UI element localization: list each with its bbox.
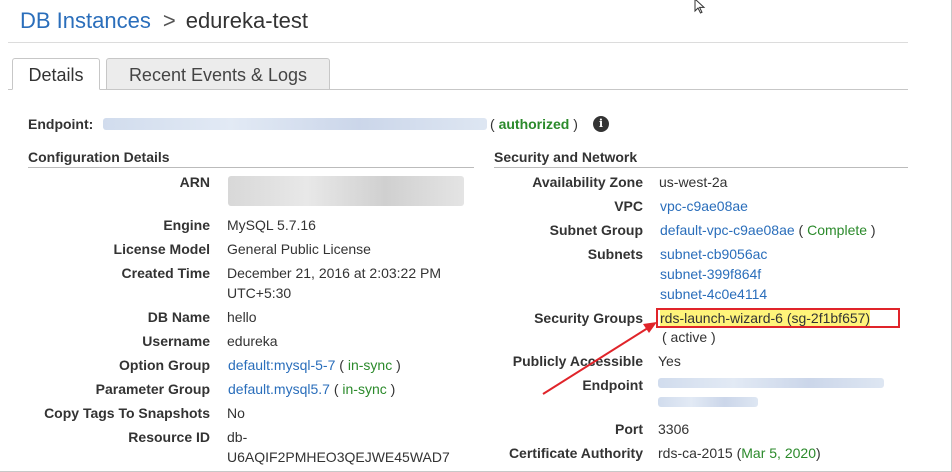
option-group-value: default:mysql-5-7 ( in-sync ) (228, 357, 401, 373)
username-value: edureka (227, 333, 278, 349)
option-group-link[interactable]: default:mysql-5-7 (228, 357, 335, 373)
created-time-value-line1: December 21, 2016 at 2:03:22 PM (227, 265, 442, 281)
option-group-status: in-sync (347, 357, 393, 373)
instance-endpoint-label: Endpoint (582, 377, 643, 393)
publicly-accessible-label: Publicly Accessible (512, 353, 643, 369)
license-model-label: License Model (113, 241, 210, 257)
instance-endpoint-redacted-line2 (658, 397, 758, 407)
vpc-link[interactable]: vpc-c9ae08ae (660, 196, 748, 216)
availability-zone-label: Availability Zone (532, 174, 643, 190)
security-group-link[interactable]: rds-launch-wizard-6 (sg-2f1bf657) (660, 310, 871, 326)
availability-zone-value: us-west-2a (659, 174, 728, 190)
db-name-value: hello (227, 309, 257, 325)
arn-redacted-value (228, 176, 464, 206)
endpoint-status-authorized: authorized (498, 116, 570, 132)
subnet-group-link[interactable]: default-vpc-c9ae08ae (660, 222, 795, 238)
parameter-group-label: Parameter Group (95, 381, 210, 397)
publicly-accessible-value: Yes (658, 353, 681, 369)
mouse-cursor-icon (694, 0, 706, 17)
created-time-value-line2: UTC+5:30 (227, 285, 292, 301)
security-groups-label: Security Groups (534, 310, 643, 326)
arn-label: ARN (179, 174, 210, 190)
db-name-label: DB Name (147, 309, 210, 325)
tab-details[interactable]: Details (12, 58, 100, 90)
subnet-link-1[interactable]: subnet-cb9056ac (660, 244, 767, 264)
tab-recent-events-logs[interactable]: Recent Events & Logs (106, 58, 330, 90)
certificate-authority-name: rds-ca-2015 (658, 445, 733, 461)
breadcrumb-separator: > (162, 8, 176, 33)
security-divider (494, 167, 908, 168)
endpoint-redacted-value (103, 118, 487, 130)
subnet-group-value: default-vpc-c9ae08ae ( Complete ) (660, 222, 876, 238)
endpoint-status-close: ) (573, 116, 578, 132)
endpoint-status-open: ( (490, 116, 495, 132)
endpoint-status: ( authorized ) (490, 116, 578, 132)
breadcrumb-db-instances-link[interactable]: DB Instances (20, 8, 151, 33)
vpc-label: VPC (614, 198, 643, 214)
instance-endpoint-redacted-line1 (658, 378, 884, 388)
certificate-authority-value: rds-ca-2015 (Mar 5, 2020) (658, 445, 821, 461)
parameter-group-link[interactable]: default.mysql5.7 (228, 381, 330, 397)
copy-tags-value: No (227, 405, 245, 421)
security-group-status: ( active ) (662, 329, 716, 345)
resource-id-value-line2: U6AQIF2PMHEO3QEJWE45WAD7 (227, 449, 450, 465)
parameter-group-status: in-sync (342, 381, 387, 397)
security-group-value: rds-launch-wizard-6 (sg-2f1bf657) (660, 308, 871, 328)
header-divider (8, 42, 908, 43)
resource-id-value-line1: db- (227, 429, 248, 445)
engine-value: MySQL 5.7.16 (227, 217, 316, 233)
username-label: Username (142, 333, 210, 349)
certificate-authority-date: Mar 5, 2020 (741, 445, 816, 461)
created-time-label: Created Time (121, 265, 210, 281)
option-group-label: Option Group (119, 357, 210, 373)
certificate-authority-label: Certificate Authority (508, 445, 643, 461)
port-value: 3306 (658, 421, 690, 437)
subnet-link-2[interactable]: subnet-399f864f (660, 264, 761, 284)
resource-id-label: Resource ID (128, 429, 210, 445)
info-icon[interactable]: i (593, 116, 609, 132)
endpoint-label: Endpoint: (28, 116, 94, 132)
parameter-group-value: default.mysql5.7 ( in-sync ) (228, 381, 396, 397)
port-label: Port (615, 421, 643, 437)
subnets-label: Subnets (587, 246, 643, 262)
copy-tags-label: Copy Tags To Snapshots (44, 405, 210, 421)
breadcrumb-current: edureka-test (185, 8, 308, 33)
license-model-value: General Public License (227, 241, 371, 257)
configuration-divider (28, 167, 474, 168)
security-network-title: Security and Network (494, 149, 638, 165)
subnet-group-label: Subnet Group (549, 222, 643, 238)
configuration-details-title: Configuration Details (28, 149, 170, 165)
breadcrumb: DB Instances > edureka-test (20, 8, 308, 34)
subnet-group-status: Complete (807, 222, 868, 238)
subnet-link-3[interactable]: subnet-4c0e4114 (660, 284, 767, 304)
engine-label: Engine (163, 217, 210, 233)
